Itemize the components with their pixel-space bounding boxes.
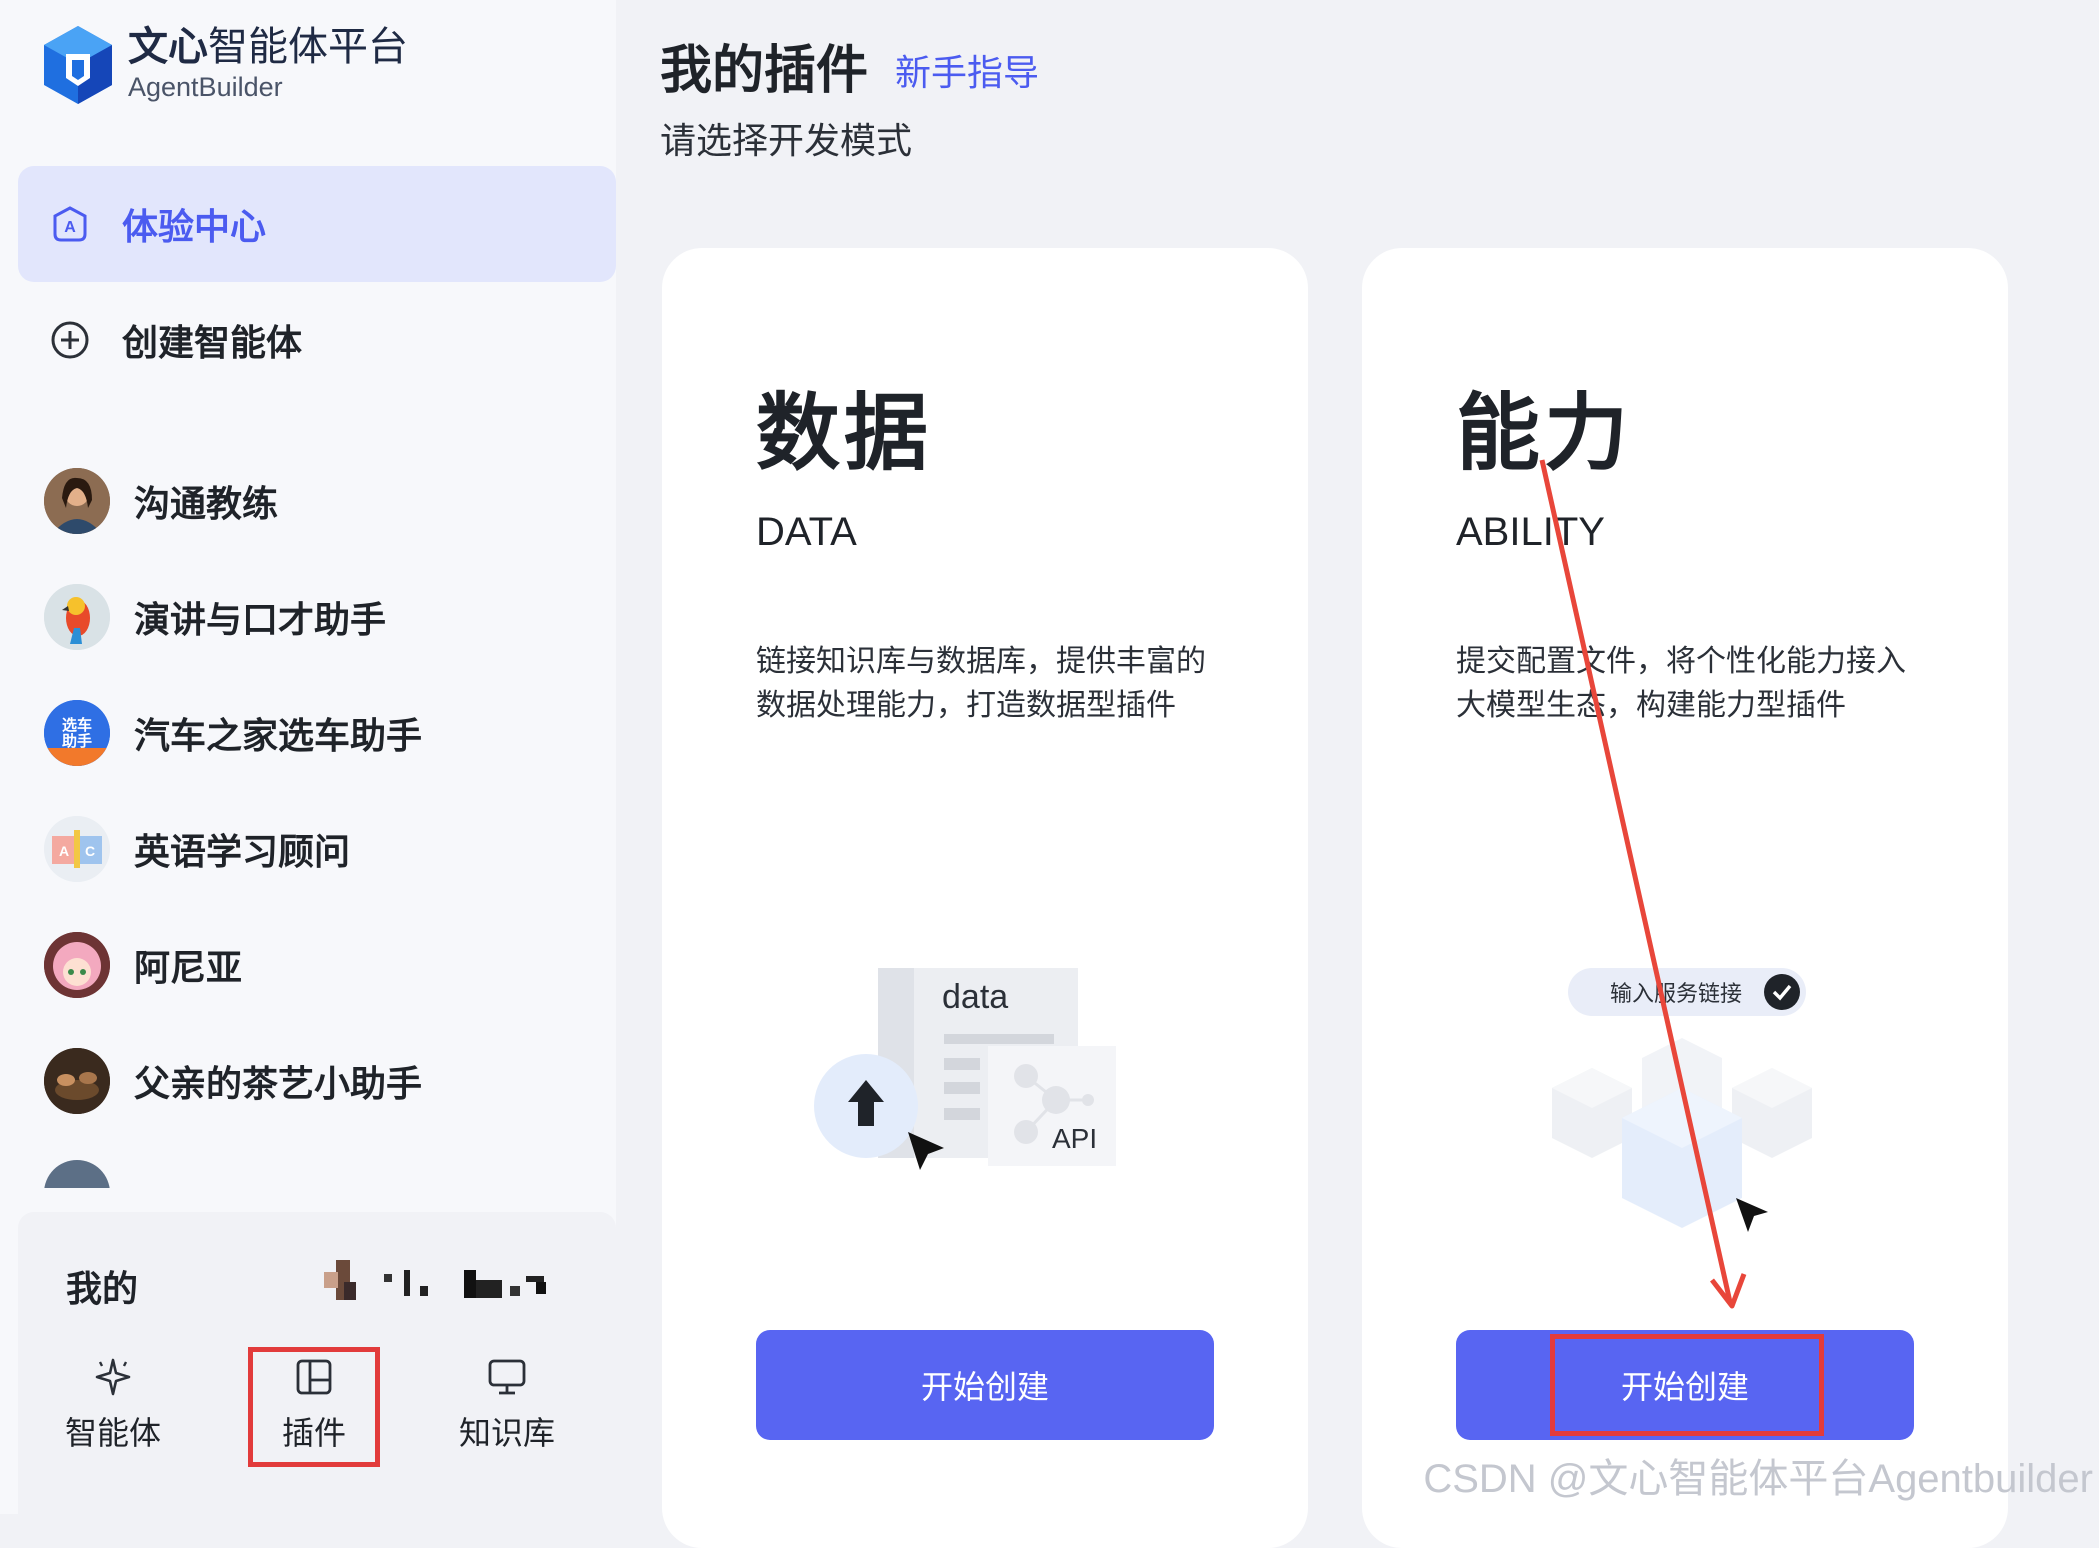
svg-text:A: A <box>59 843 69 859</box>
card-description: 链接知识库与数据库，提供丰富的数据处理能力，打造数据型插件 <box>756 644 1206 723</box>
check-icon <box>1764 974 1800 1010</box>
user-avatar[interactable] <box>314 1252 596 1308</box>
plugin-icon <box>253 1352 375 1402</box>
svg-text:A: A <box>64 219 76 236</box>
sidebar: 文心智能体平台 AgentBuilder A 体验中心 创建智能体 沟通教练 演… <box>0 0 616 1514</box>
agent-label: 沟通教练 <box>134 484 279 525</box>
ability-illustration <box>1552 1038 1812 1232</box>
avatar <box>44 932 110 998</box>
brand-logo[interactable]: 文心智能体平台 AgentBuilder <box>42 24 408 106</box>
annotation-highlight-box <box>1550 1334 1824 1436</box>
avatar <box>44 584 110 650</box>
agent-item[interactable]: 演讲与口才助手 <box>44 582 386 652</box>
agent-label: 汽车之家选车助手 <box>134 716 423 757</box>
svg-text:C: C <box>85 843 95 859</box>
sparkle-icon <box>51 1352 175 1402</box>
data-plugin-card[interactable]: 数据 DATA 链接知识库与数据库，提供丰富的数据处理能力，打造数据型插件 da… <box>662 248 1308 1548</box>
agent-label: 演讲与口才助手 <box>134 600 387 641</box>
tab-agents[interactable]: 智能体 <box>51 1352 175 1462</box>
brand-subtitle: AgentBuilder <box>128 72 283 102</box>
data-illustration: data API <box>814 968 1116 1170</box>
start-create-button[interactable]: 开始创建 <box>756 1330 1214 1440</box>
page-subtitle: 请选择开发模式 <box>660 121 913 162</box>
card-title-en: ABILITY <box>1456 510 1605 554</box>
agent-item[interactable]: 沟通教练 <box>44 466 278 536</box>
card-title: 能力 <box>1456 384 1633 482</box>
plus-circle-icon <box>50 320 90 360</box>
monitor-icon <box>445 1352 569 1402</box>
agentbuilder-logo-icon <box>44 26 112 104</box>
experience-center-icon: A <box>50 204 90 244</box>
mine-label: 我的 <box>66 1269 139 1310</box>
card-title-en: DATA <box>756 510 857 554</box>
avatar <box>44 468 110 534</box>
service-url-pill: 输入服务链接 <box>1568 968 1806 1016</box>
agent-label: 阿尼亚 <box>134 948 243 989</box>
tab-label: 知识库 <box>458 1414 555 1452</box>
illus-label-data: data <box>942 978 1008 1016</box>
tab-label: 智能体 <box>64 1414 161 1452</box>
watermark: CSDN @文心智能体平台Agentbuilder <box>1423 1457 2093 1501</box>
agent-item[interactable]: 父亲的茶艺小助手 <box>44 1046 422 1116</box>
agent-item-cutoff <box>44 1160 384 1188</box>
svg-text:助手: 助手 <box>62 732 92 750</box>
nav-create-agent[interactable]: 创建智能体 <box>18 282 616 398</box>
card-description: 提交配置文件，将个性化能力接入大模型生态，构建能力型插件 <box>1456 644 1906 723</box>
tab-knowledge-base[interactable]: 知识库 <box>445 1352 569 1462</box>
agent-item[interactable]: 阿尼亚 <box>44 930 242 1000</box>
agent-item[interactable]: 选车 助手 汽车之家选车助手 <box>44 698 422 768</box>
tab-label: 插件 <box>281 1414 346 1452</box>
nav-label: 体验中心 <box>122 207 267 248</box>
brand-title: 文心智能体平台 <box>128 24 408 70</box>
illus-label-api: API <box>1052 1123 1097 1154</box>
avatar: 选车 助手 <box>44 700 110 766</box>
page-title: 我的插件 <box>660 41 869 101</box>
avatar <box>44 1048 110 1114</box>
tab-plugins[interactable]: 插件 <box>248 1347 380 1467</box>
beginner-guide-link[interactable]: 新手指导 <box>895 44 1039 96</box>
card-title: 数据 <box>756 384 933 482</box>
my-panel: 我的 智能体 插件 知识库 <box>18 1212 616 1514</box>
pill-text: 输入服务链接 <box>1610 982 1743 1007</box>
nav-label: 创建智能体 <box>122 323 303 364</box>
nav-experience-center[interactable]: A 体验中心 <box>18 166 616 282</box>
agent-label: 英语学习顾问 <box>134 832 351 873</box>
agent-item[interactable]: AC 英语学习顾问 <box>44 814 350 884</box>
agent-label: 父亲的茶艺小助手 <box>134 1064 423 1105</box>
avatar: AC <box>44 816 110 882</box>
